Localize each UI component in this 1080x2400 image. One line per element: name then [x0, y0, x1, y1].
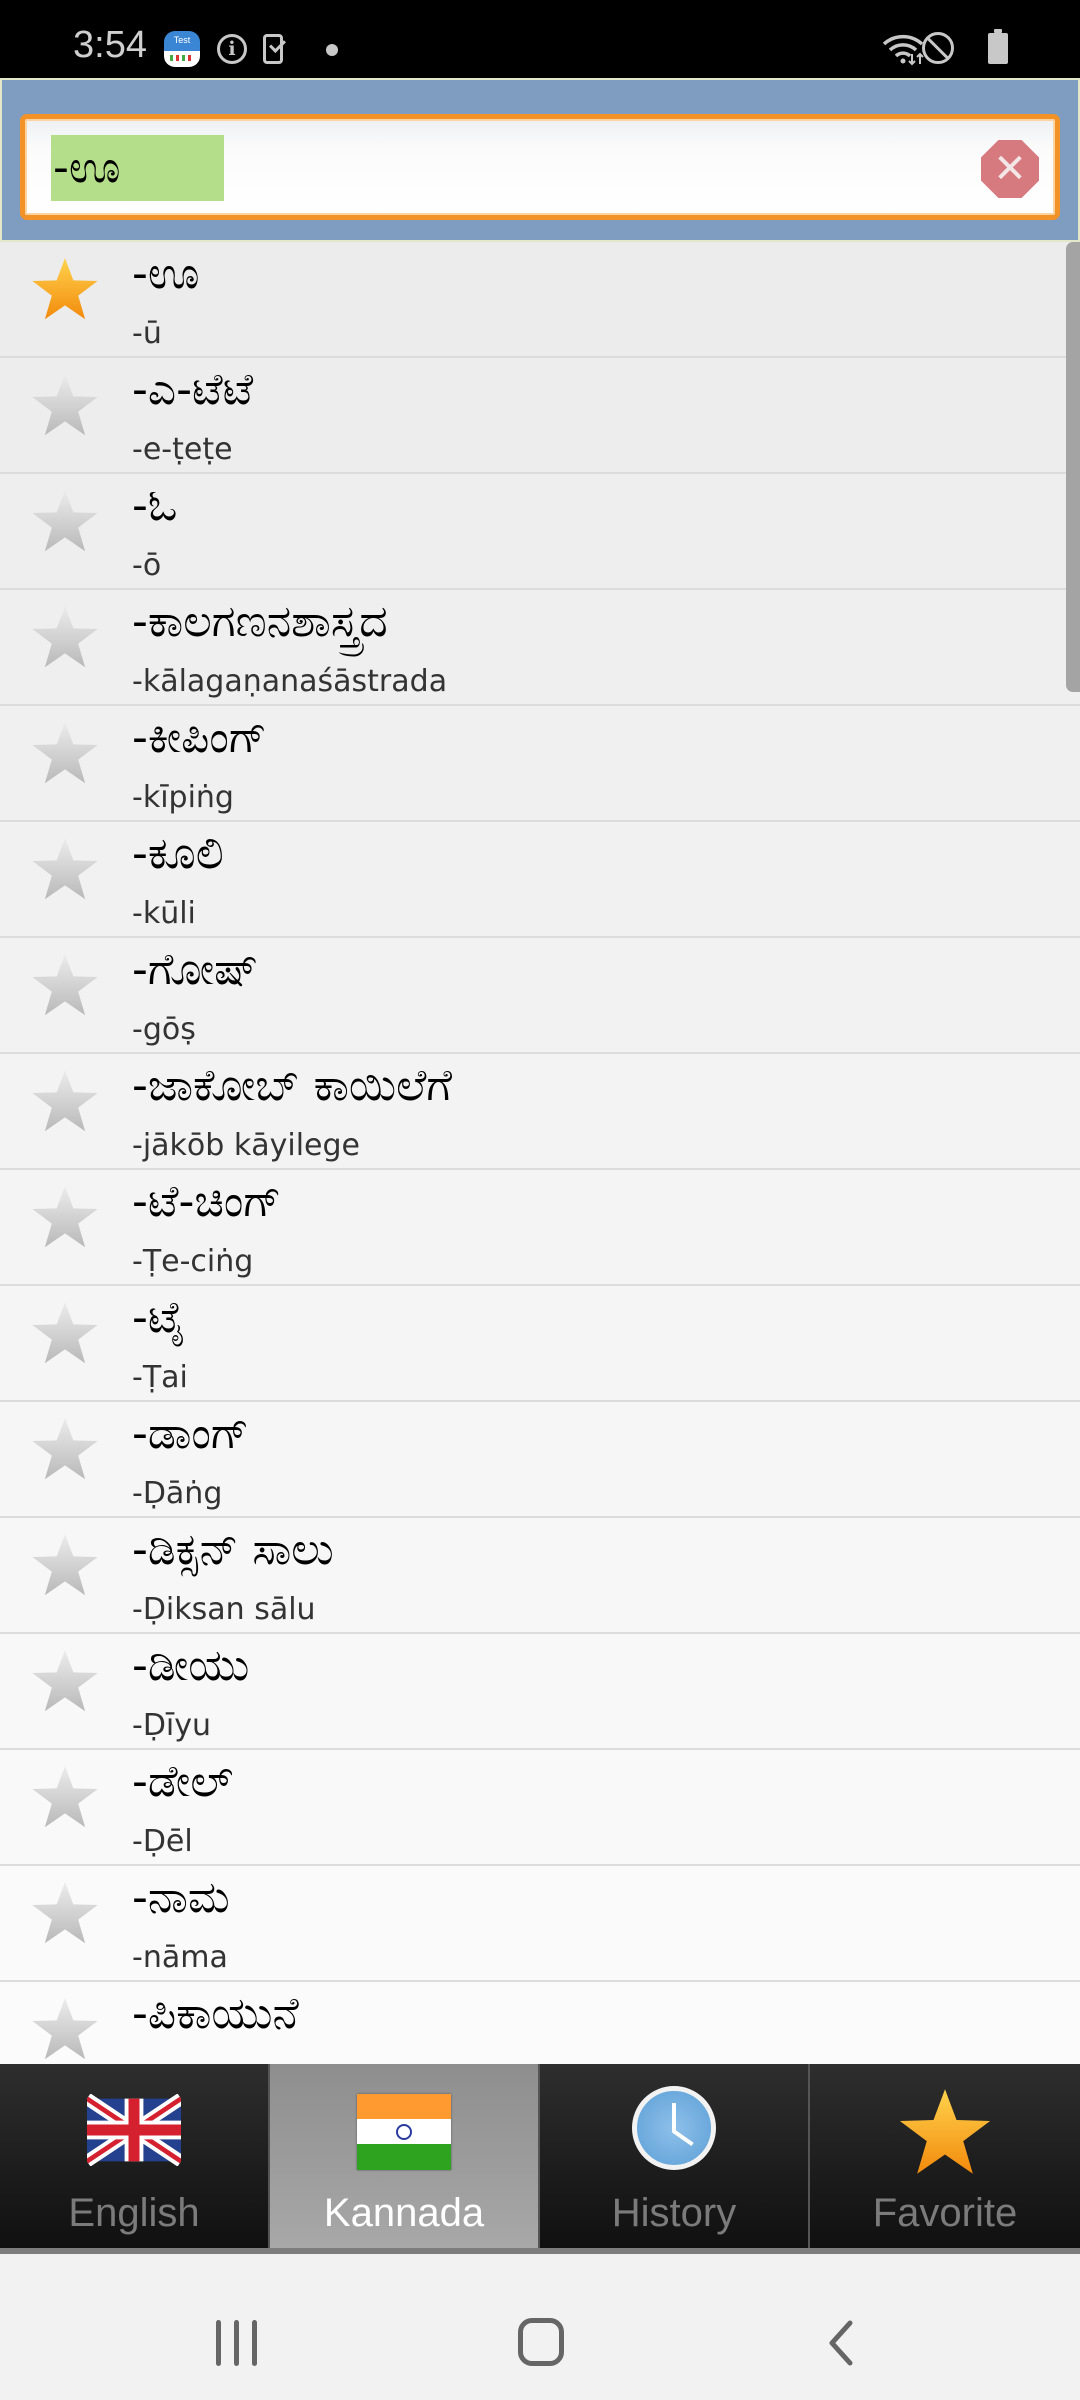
- back-button[interactable]: [826, 2320, 856, 2366]
- kannada-word: -ಎ-ಟೆಟೆ: [132, 364, 254, 415]
- transliteration: -Ḍāṅg: [132, 1476, 223, 1511]
- word-list-item[interactable]: -ಕೂಲಿ -kūli: [0, 822, 1080, 938]
- transliteration: -e-ṭeṭe: [132, 432, 233, 467]
- word-list-item[interactable]: -ಗೋಷ್ -gōṣ: [0, 938, 1080, 1054]
- search-header: ✕: [0, 78, 1080, 242]
- system-nav-bar: [0, 2254, 1080, 2400]
- word-list-item[interactable]: -ಊ -ū: [0, 242, 1080, 358]
- word-list-item[interactable]: -ಕಾಲಗಣನಶಾಸ್ತ್ರದ -kālagaṇanaśāstrada: [0, 590, 1080, 706]
- kannada-word: -ಟೈ: [132, 1292, 186, 1343]
- word-list-item[interactable]: -ನಾಮ -nāma: [0, 1866, 1080, 1982]
- kannada-word: -ಊ: [132, 248, 200, 299]
- word-list-item[interactable]: -ಜಾಕೋಬ್ ಕಾಯಿಲೆಗೆ -jākōb kāyilege: [0, 1054, 1080, 1170]
- test-icon-label: Test: [173, 35, 191, 45]
- transliteration: -kūli: [132, 896, 196, 931]
- word-list-item[interactable]: -ಎ-ಟೆಟೆ -e-ṭeṭe: [0, 358, 1080, 474]
- wifi-icon: [882, 34, 924, 66]
- star-icon: [897, 2086, 993, 2178]
- kannada-word: -ಕೂಲಿ: [132, 828, 224, 879]
- favorite-star-empty-icon[interactable]: [30, 1068, 100, 1134]
- recents-button[interactable]: [216, 2320, 260, 2366]
- word-list-item[interactable]: -ಕೀಪಿಂಗ್ -kīpiṅg: [0, 706, 1080, 822]
- transliteration: -gōṣ: [132, 1012, 196, 1047]
- favorite-star-empty-icon[interactable]: [30, 1416, 100, 1482]
- tab-label: English: [68, 2191, 200, 2235]
- transliteration: -Ṭe-ciṅg: [132, 1244, 254, 1279]
- word-list-item[interactable]: -ಟೆ-ಚಿಂಗ್ -Ṭe-ciṅg: [0, 1170, 1080, 1286]
- do-not-disturb-icon: [922, 32, 954, 64]
- tab-label: History: [611, 2191, 737, 2235]
- tab-english[interactable]: English: [0, 2064, 270, 2248]
- transliteration: -kīpiṅg: [132, 780, 234, 815]
- word-list-item[interactable]: -ಪಿಕಾಯುನೆ: [0, 1982, 1080, 2064]
- kannada-word: -ಜಾಕೋಬ್ ಕಾಯಿಲೆಗೆ: [132, 1060, 452, 1111]
- word-list-item[interactable]: -ಟೈ -Ṭai: [0, 1286, 1080, 1402]
- tab-kannada[interactable]: Kannada: [270, 2064, 540, 2248]
- uk-flag-icon: [87, 2094, 181, 2166]
- kannada-word: -ಟೆ-ಚಿಂಗ್: [132, 1176, 282, 1227]
- transliteration: -Ṭai: [132, 1360, 188, 1395]
- word-list-item[interactable]: -ಡಾಂಗ್ -Ḍāṅg: [0, 1402, 1080, 1518]
- kannada-word: -ಡೀಯು: [132, 1640, 250, 1691]
- kannada-word: -ಕೀಪಿಂಗ್: [132, 712, 267, 763]
- language-tab-bar: English Kannada History Favorite: [0, 2064, 1080, 2254]
- tab-favorite[interactable]: Favorite: [810, 2064, 1080, 2248]
- transliteration: -Ḍiksan sālu: [132, 1592, 316, 1627]
- status-bar: 3:54 Test i: [0, 0, 1080, 78]
- word-list-item[interactable]: -ಡೀಯು -Ḍīyu: [0, 1634, 1080, 1750]
- word-list[interactable]: -ಊ -ū -ಎ-ಟೆಟೆ -e-ṭeṭe -ಓ -ō -ಕಾಲಗಣನಶಾಸ್ತ್ರದ -kā…: [0, 242, 1080, 2064]
- tab-label: Kannada: [323, 2191, 485, 2235]
- word-list-item[interactable]: -ಓ -ō: [0, 474, 1080, 590]
- transliteration: -ū: [132, 316, 162, 351]
- search-input[interactable]: [51, 135, 224, 201]
- status-time: 3:54: [73, 24, 147, 66]
- word-list-item[interactable]: -ಡೇಲ್ -Ḍēl: [0, 1750, 1080, 1866]
- tab-label: Favorite: [872, 2191, 1018, 2235]
- kannada-word: -ಡೇಲ್: [132, 1756, 234, 1807]
- home-button[interactable]: [518, 2318, 564, 2366]
- transliteration: -kālagaṇanaśāstrada: [132, 664, 448, 699]
- favorite-star-empty-icon[interactable]: [30, 720, 100, 786]
- close-icon: ✕: [993, 146, 1027, 192]
- transliteration: -Ḍēl: [132, 1824, 193, 1859]
- tab-history[interactable]: History: [540, 2064, 810, 2248]
- kannada-word: -ಪಿಕಾಯುನೆ: [132, 1988, 299, 2039]
- search-box[interactable]: ✕: [20, 114, 1060, 220]
- favorite-star-empty-icon[interactable]: [30, 488, 100, 554]
- favorite-star-empty-icon[interactable]: [30, 1880, 100, 1946]
- favorite-star-filled-icon[interactable]: [30, 256, 100, 322]
- favorite-star-empty-icon[interactable]: [30, 1764, 100, 1830]
- kannada-word: -ಡಿಕ್ಸನ್ ಸಾಲು: [132, 1524, 334, 1575]
- clock-icon: [632, 2086, 716, 2170]
- word-list-item[interactable]: -ಡಿಕ್ಸನ್ ಸಾಲು -Ḍiksan sālu: [0, 1518, 1080, 1634]
- notification-dot-icon: [326, 44, 338, 56]
- transliteration: -jākōb kāyilege: [132, 1128, 360, 1163]
- kannada-word: -ಕಾಲಗಣನಶಾಸ್ತ್ರದ: [132, 596, 388, 647]
- india-flag-icon: [357, 2094, 451, 2170]
- favorite-star-empty-icon[interactable]: [30, 1648, 100, 1714]
- transliteration: -nāma: [132, 1940, 228, 1975]
- kannada-word: -ನಾಮ: [132, 1872, 230, 1923]
- favorite-star-empty-icon[interactable]: [30, 1300, 100, 1366]
- test-app-notification-icon: Test: [164, 31, 200, 67]
- battery-icon: [988, 29, 1008, 64]
- favorite-star-empty-icon[interactable]: [30, 1532, 100, 1598]
- phone-check-icon: [263, 34, 283, 64]
- favorite-star-empty-icon[interactable]: [30, 604, 100, 670]
- transliteration: -Ḍīyu: [132, 1708, 212, 1743]
- favorite-star-empty-icon[interactable]: [30, 952, 100, 1018]
- clear-search-button[interactable]: ✕: [981, 140, 1039, 198]
- list-scrollbar[interactable]: [1066, 242, 1080, 692]
- favorite-star-empty-icon[interactable]: [30, 836, 100, 902]
- favorite-star-empty-icon[interactable]: [30, 372, 100, 438]
- kannada-word: -ಓ: [132, 480, 178, 531]
- favorite-star-empty-icon[interactable]: [30, 1996, 100, 2062]
- kannada-word: -ಡಾಂಗ್: [132, 1408, 249, 1459]
- transliteration: -ō: [132, 548, 162, 583]
- info-icon: i: [217, 34, 247, 64]
- kannada-word: -ಗೋಷ್: [132, 944, 259, 995]
- favorite-star-empty-icon[interactable]: [30, 1184, 100, 1250]
